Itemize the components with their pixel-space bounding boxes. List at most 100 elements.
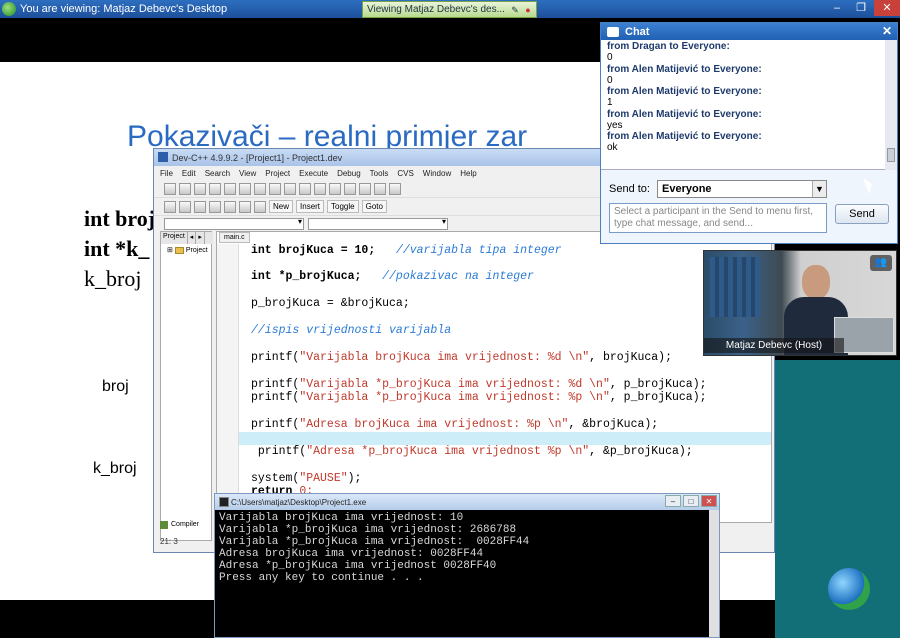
chat-message-body: ok	[607, 142, 618, 153]
chat-message-body: yes	[607, 119, 623, 131]
close-icon[interactable]: ✕	[882, 24, 892, 38]
chat-header: Chat ✕	[601, 23, 897, 40]
menu-tools[interactable]: Tools	[370, 169, 389, 178]
screen: You are viewing: Matjaz Debevc's Desktop…	[0, 0, 900, 638]
chat-scroll-thumb[interactable]	[887, 148, 895, 162]
debug-icon[interactable]	[224, 200, 236, 213]
minimize-icon[interactable]: –	[665, 495, 681, 507]
tab-compiler[interactable]: Compiler	[171, 521, 199, 535]
maximize-icon[interactable]: □	[683, 495, 699, 507]
slide-line: int broj	[84, 206, 156, 231]
save-icon[interactable]	[209, 182, 221, 195]
close-icon[interactable]: ✕	[874, 0, 900, 16]
close-file-icon[interactable]	[239, 182, 251, 195]
find-next-icon[interactable]	[329, 182, 341, 195]
chat-message-body: 1	[607, 97, 613, 108]
add-to-project-icon[interactable]	[359, 182, 371, 195]
code-line: system("PAUSE");	[251, 472, 362, 485]
minimize-icon[interactable]: –	[826, 0, 848, 16]
menu-cvs[interactable]: CVS	[397, 169, 413, 178]
chat-message-input[interactable]: Select a participant in the Send to menu…	[609, 203, 827, 233]
print-icon[interactable]	[254, 182, 266, 195]
compile-icon[interactable]	[164, 200, 176, 213]
tab-main-c[interactable]: main.c	[219, 232, 250, 243]
console-scrollbar[interactable]	[709, 510, 719, 637]
send-to-value: Everyone	[662, 183, 712, 195]
open-project-icon[interactable]	[164, 182, 176, 195]
console-controls: – □ ✕	[665, 495, 717, 507]
close-icon[interactable]: ✕	[701, 495, 717, 507]
insert-button[interactable]: Insert	[296, 200, 325, 213]
devcpp-app-icon	[158, 152, 168, 162]
tab-prev-icon[interactable]: ◂	[188, 232, 197, 244]
tab-project[interactable]: Project	[161, 232, 188, 244]
chat-panel: Chat ✕ from Dragan to Everyone: 0 from A…	[600, 22, 898, 244]
slide-line: int *k_	[84, 236, 150, 261]
video-panel: 👥 Matjaz Debevc (Host)	[703, 250, 897, 356]
code-line: printf("Adresa *p_brojKuca ima vrijednos…	[251, 445, 693, 458]
send-button[interactable]: Send	[835, 204, 889, 224]
compile-run-icon[interactable]	[194, 200, 206, 213]
replace-icon[interactable]	[314, 182, 326, 195]
new-file-icon[interactable]	[194, 182, 206, 195]
redo-icon[interactable]	[284, 182, 296, 195]
chat-messages: from Dragan to Everyone: 0 from Alen Mat…	[601, 40, 887, 170]
chat-message: from Alen Matijević to Everyone: 0	[607, 64, 881, 87]
project-options-icon[interactable]	[389, 182, 401, 195]
folder-icon	[174, 246, 184, 254]
current-line-highlight	[239, 432, 771, 445]
chat-scrollbar[interactable]	[885, 40, 897, 170]
compiler-tab-icon[interactable]	[160, 521, 168, 529]
code-line: p_brojKuca = &brojKuca;	[251, 297, 410, 310]
new-button[interactable]: New	[269, 200, 294, 213]
chat-message: from Alen Matijević to Everyone: yes	[607, 109, 881, 132]
pin-icon[interactable]: ✎	[510, 5, 520, 15]
project-tree-item[interactable]: ⊞ Project	[167, 246, 208, 254]
menu-search[interactable]: Search	[205, 169, 230, 178]
menu-edit[interactable]: Edit	[182, 169, 196, 178]
menu-help[interactable]: Help	[460, 169, 476, 178]
viewing-tab-label: Viewing Matjaz Debevc's des...	[367, 4, 505, 15]
console-titlebar: C:\Users\matjaz\Desktop\Project1.exe – □…	[215, 494, 719, 510]
restore-icon[interactable]: ❐	[850, 0, 872, 16]
expand-icon[interactable]: ⊞	[167, 246, 173, 254]
remove-from-project-icon[interactable]	[374, 182, 386, 195]
menu-project[interactable]: Project	[265, 169, 290, 178]
chat-message-sender: from Dragan to Everyone:	[607, 41, 730, 52]
chevron-down-icon[interactable]: ▼	[812, 181, 826, 197]
member-combo[interactable]	[308, 217, 448, 230]
webex-logo-icon	[2, 2, 16, 16]
help-icon[interactable]	[239, 200, 251, 213]
slide-label-broj: broj	[102, 378, 129, 395]
menu-execute[interactable]: Execute	[299, 169, 328, 178]
class-combo[interactable]	[164, 217, 304, 230]
menu-debug[interactable]: Debug	[337, 169, 361, 178]
participants-icon[interactable]: 👥	[870, 255, 892, 271]
goto-line-icon[interactable]	[344, 182, 356, 195]
console-output: Varijabla brojKuca ima vrijednost: 10 Va…	[219, 512, 530, 584]
menu-window[interactable]: Window	[423, 169, 451, 178]
goto-button[interactable]: Goto	[361, 200, 387, 213]
menu-view[interactable]: View	[239, 169, 256, 178]
menu-file[interactable]: File	[160, 169, 173, 178]
tab-next-icon[interactable]: ▸	[196, 232, 205, 244]
code-line: printf("Varijabla brojKuca ima vrijednos…	[251, 351, 672, 364]
chat-message-sender: from Alen Matijević to Everyone:	[607, 63, 762, 75]
run-icon[interactable]	[179, 200, 191, 213]
code-editor[interactable]: main.c int brojKuca = 10; //varijabla ti…	[216, 231, 772, 523]
send-to-select[interactable]: Everyone ▼	[657, 180, 827, 198]
stop-share-icon[interactable]: ●	[523, 5, 533, 15]
console-title: C:\Users\matjaz\Desktop\Project1.exe	[231, 497, 367, 507]
find-icon[interactable]	[299, 182, 311, 195]
viewing-tab[interactable]: Viewing Matjaz Debevc's des... ✎ ●	[362, 1, 537, 18]
open-file-icon[interactable]	[179, 182, 191, 195]
chat-message: from Alen Matijević to Everyone: 1	[607, 86, 881, 109]
chat-title: Chat	[625, 25, 650, 38]
viewer-bar: You are viewing: Matjaz Debevc's Desktop…	[0, 0, 900, 18]
chat-bubble-icon	[607, 26, 619, 37]
rebuild-icon[interactable]	[209, 200, 221, 213]
toggle-button[interactable]: Toggle	[327, 200, 359, 213]
undo-icon[interactable]	[269, 182, 281, 195]
about-icon[interactable]	[254, 200, 266, 213]
save-all-icon[interactable]	[224, 182, 236, 195]
